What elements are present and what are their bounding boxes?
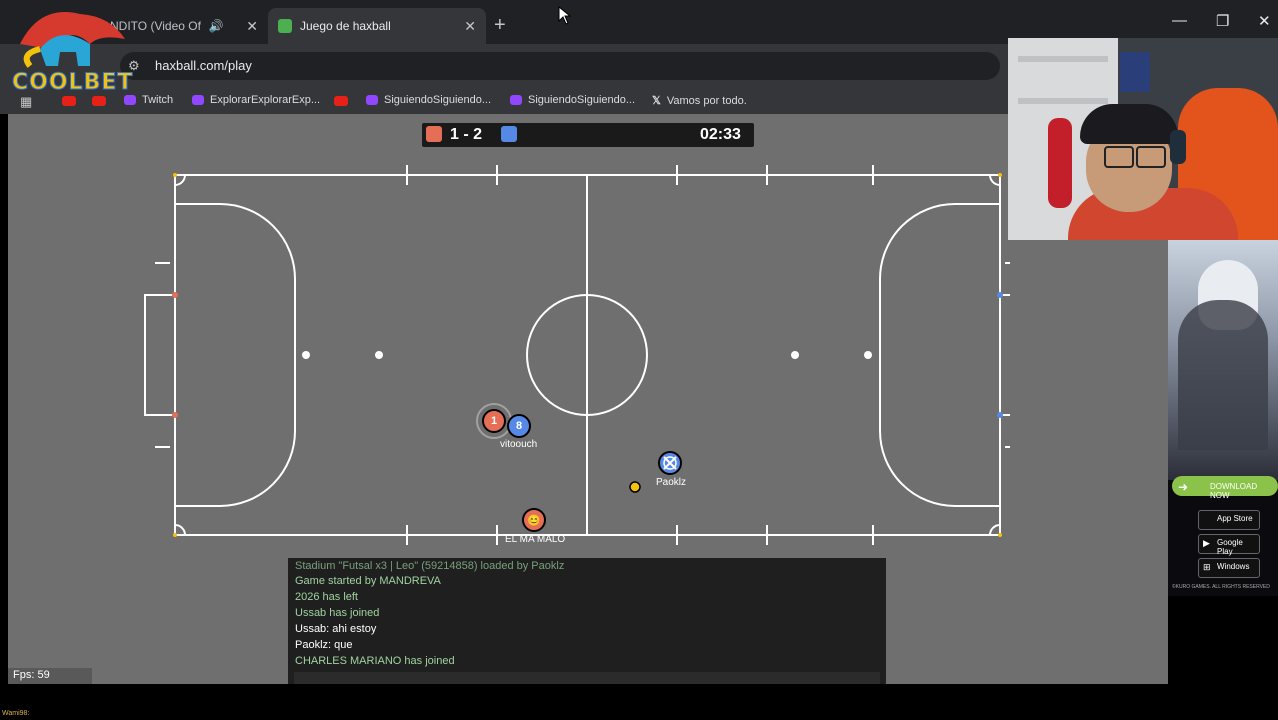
windows-label: Windows: [1217, 562, 1250, 571]
chat-line: Paoklz: que: [295, 639, 353, 651]
app-store-label: App Store: [1217, 514, 1253, 523]
player-blue-paoklz: [658, 451, 682, 475]
game-timer: 02:33: [700, 126, 741, 143]
chat-line: CHARLES MARIANO has joined: [295, 655, 455, 667]
app-store-button[interactable]: App Store: [1198, 510, 1260, 530]
player-name-label: Paoklz: [656, 477, 687, 488]
chat-line: Ussab: ahi estoy: [295, 623, 377, 635]
game-canvas-extension: [1008, 240, 1168, 684]
player-red-elmamalo: 😊: [522, 508, 546, 532]
futsal-field: [144, 165, 1010, 545]
fps-counter: Fps: 59: [8, 668, 92, 684]
google-play-label: Google Play: [1217, 538, 1243, 556]
chat-line: 2026 has left: [295, 591, 358, 603]
arrow-right-icon: ➜: [1178, 480, 1189, 494]
microphone-icon: [1048, 118, 1072, 208]
minimize-icon[interactable]: —: [1172, 12, 1187, 29]
headphones-icon: [1170, 130, 1186, 164]
webcam-overlay: [1008, 38, 1278, 240]
download-now-button[interactable]: DOWNLOAD NOW: [1210, 482, 1278, 500]
crossed-avatar-icon: [663, 456, 677, 470]
player-name-label: EL MA MALO: [505, 534, 566, 545]
close-window-icon[interactable]: ✕: [1258, 12, 1271, 30]
chat-line: Ussab has joined: [295, 607, 380, 619]
ad-footer: ©KURO GAMES. ALL RIGHTS RESERVED: [1172, 584, 1270, 590]
red-team-square: [426, 126, 442, 142]
blue-team-square: [501, 126, 517, 142]
player-blue-8: 8: [507, 414, 531, 438]
windows-button[interactable]: ⊞ Windows: [1198, 558, 1260, 578]
google-play-icon: ▶: [1203, 538, 1210, 548]
stream-chat-text: Wami98:: [2, 710, 30, 717]
ball: [629, 481, 641, 493]
restore-icon[interactable]: ❐: [1216, 12, 1229, 30]
player-red-1: 1: [482, 409, 506, 433]
field-lines: [144, 165, 1010, 545]
chat-line: Stadium "Futsal x3 | Leo" (59214858) loa…: [295, 560, 565, 572]
emoji-avatar-icon: 😊: [527, 514, 541, 527]
chat-line: Game started by MANDREVA: [295, 575, 441, 587]
score-text: 1 - 2: [450, 126, 483, 143]
windows-icon: ⊞: [1203, 562, 1211, 572]
google-play-button[interactable]: ▶ Google Play: [1198, 534, 1260, 556]
chat-input[interactable]: [294, 672, 880, 684]
player-name-label: vitoouch: [500, 439, 538, 450]
